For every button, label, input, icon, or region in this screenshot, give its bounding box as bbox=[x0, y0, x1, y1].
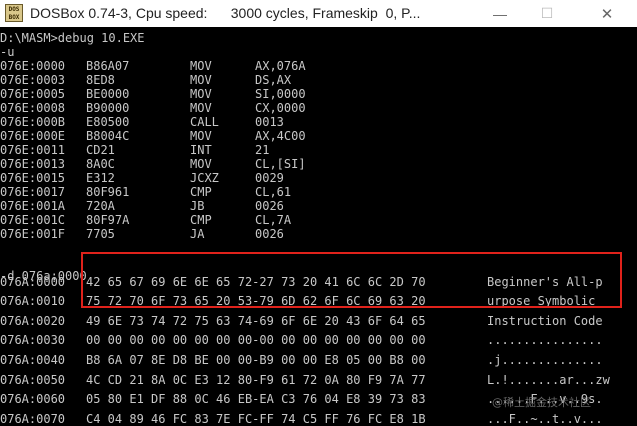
instruction-bytes: CD21 bbox=[86, 143, 115, 157]
dump-address: 076A:0000 bbox=[0, 274, 66, 289]
instruction-operands: SI,0000 bbox=[255, 87, 306, 101]
dump-bytes: 75 72 70 6F 73 65 20 53-79 6D 62 6F 6C 6… bbox=[86, 294, 426, 309]
instruction-bytes: 720A bbox=[86, 199, 115, 213]
dump-address: 076A:0020 bbox=[0, 313, 66, 328]
instruction-mnemonic: JB bbox=[190, 199, 205, 213]
close-button[interactable]: ✕ bbox=[584, 0, 630, 27]
dump-ascii: Instruction Code bbox=[487, 313, 603, 328]
window-title: DOSBox 0.74-3, Cpu speed: 3000 cycles, F… bbox=[30, 5, 421, 21]
instruction-mnemonic: MOV bbox=[190, 87, 212, 101]
instruction-address: 076E:0011 bbox=[0, 143, 66, 157]
instruction-address: 076E:0015 bbox=[0, 171, 66, 185]
instruction-mnemonic: CMP bbox=[190, 213, 212, 227]
instruction-bytes: 80F961 bbox=[86, 185, 130, 199]
dump-ascii: Beginner's All-p bbox=[487, 274, 603, 289]
instruction-operands: CX,0000 bbox=[255, 101, 306, 115]
instruction-bytes: 80F97A bbox=[86, 213, 130, 227]
instruction-mnemonic: CALL bbox=[190, 115, 219, 129]
instruction-bytes: E312 bbox=[86, 171, 115, 185]
instruction-address: 076E:0013 bbox=[0, 157, 66, 171]
instruction-operands: CL,[SI] bbox=[255, 157, 306, 171]
dump-bytes: 49 6E 73 74 72 75 63 74-69 6F 6E 20 43 6… bbox=[86, 313, 426, 328]
instruction-address: 076E:0003 bbox=[0, 73, 66, 87]
instruction-bytes: B8004C bbox=[86, 129, 130, 143]
instruction-bytes: 8A0C bbox=[86, 157, 115, 171]
dump-address: 076A:0060 bbox=[0, 392, 66, 407]
instruction-bytes: E80500 bbox=[86, 115, 130, 129]
instruction-address: 076E:001F bbox=[0, 227, 66, 241]
instruction-bytes: 8ED8 bbox=[86, 73, 115, 87]
instruction-address: 076E:0008 bbox=[0, 101, 66, 115]
instruction-address: 076E:0000 bbox=[0, 59, 66, 73]
instruction-bytes: B90000 bbox=[86, 101, 130, 115]
dump-ascii: .j.............. bbox=[487, 353, 603, 367]
instruction-mnemonic: MOV bbox=[190, 73, 212, 87]
instruction-bytes: BE0000 bbox=[86, 87, 130, 101]
instruction-operands: CL,61 bbox=[255, 185, 292, 199]
instruction-operands: 21 bbox=[255, 143, 270, 157]
instruction-address: 076E:001A bbox=[0, 199, 66, 213]
instruction-address: 076E:0005 bbox=[0, 87, 66, 101]
maximize-button[interactable]: ☐ bbox=[524, 0, 570, 27]
unassemble-command: -u bbox=[0, 45, 15, 59]
instruction-mnemonic: JCXZ bbox=[190, 171, 219, 185]
instruction-address: 076E:0017 bbox=[0, 185, 66, 199]
instruction-address: 076E:000B bbox=[0, 115, 66, 129]
instruction-mnemonic: INT bbox=[190, 143, 212, 157]
dosbox-icon: DOS BOX bbox=[5, 4, 23, 22]
dump-bytes: 4C CD 21 8A 0C E3 12 80-F9 61 72 0A 80 F… bbox=[86, 372, 426, 387]
minimize-icon: — bbox=[493, 5, 507, 22]
maximize-icon: ☐ bbox=[540, 5, 554, 21]
dump-address: 076A:0030 bbox=[0, 333, 66, 348]
instruction-address: 076E:001C bbox=[0, 213, 66, 227]
instruction-operands: 0013 bbox=[255, 115, 284, 129]
dump-address: 076A:0010 bbox=[0, 294, 66, 309]
title-bar: DOS BOX DOSBox 0.74-3, Cpu speed: 3000 c… bbox=[0, 0, 637, 27]
dos-console[interactable]: D:\MASM>debug 10.EXE -u 076E:0000 B86A07 M… bbox=[0, 28, 637, 426]
minimize-button[interactable]: — bbox=[477, 0, 523, 27]
instruction-operands: 0029 bbox=[255, 171, 284, 185]
instruction-mnemonic: CMP bbox=[190, 185, 212, 199]
dump-bytes: B8 6A 07 8E D8 BE 00 00-B9 00 00 E8 05 0… bbox=[86, 353, 426, 367]
dump-bytes: 05 80 E1 DF 88 0C 46 EB-EA C3 76 04 E8 3… bbox=[86, 392, 426, 407]
instruction-operands: AX,4C00 bbox=[255, 129, 306, 143]
dump-ascii: ...F..~..t..v... bbox=[487, 411, 603, 426]
dump-ascii: L.!.......ar...zw bbox=[487, 372, 610, 387]
dump-address: 076A:0050 bbox=[0, 372, 66, 387]
close-icon: ✕ bbox=[600, 5, 614, 23]
dump-ascii: urpose Symbolic bbox=[487, 294, 596, 309]
dump-bytes: 00 00 00 00 00 00 00 00-00 00 00 00 00 0… bbox=[86, 333, 426, 348]
instruction-operands: DS,AX bbox=[255, 73, 292, 87]
instruction-operands: AX,076A bbox=[255, 59, 306, 73]
dump-ascii: ................ bbox=[487, 333, 603, 348]
instruction-bytes: B86A07 bbox=[86, 59, 130, 73]
instruction-mnemonic: MOV bbox=[190, 157, 212, 171]
instruction-mnemonic: MOV bbox=[190, 59, 212, 73]
instruction-mnemonic: MOV bbox=[190, 129, 212, 143]
instruction-bytes: 7705 bbox=[86, 227, 115, 241]
prompt-line: D:\MASM>debug 10.EXE bbox=[0, 31, 145, 45]
instruction-operands: CL,7A bbox=[255, 213, 292, 227]
instruction-operands: 0026 bbox=[255, 227, 284, 241]
dump-bytes: 42 65 67 69 6E 6E 65 72-27 73 20 41 6C 6… bbox=[86, 274, 426, 289]
dump-bytes: C4 04 89 46 FC 83 7E FC-FF 74 C5 FF 76 F… bbox=[86, 411, 426, 426]
instruction-address: 076E:000E bbox=[0, 129, 66, 143]
instruction-mnemonic: MOV bbox=[190, 101, 212, 115]
dump-address: 076A:0040 bbox=[0, 353, 66, 367]
instruction-operands: 0026 bbox=[255, 199, 284, 213]
watermark: @稀土掘金技术社区 bbox=[492, 396, 591, 409]
dump-address: 076A:0070 bbox=[0, 411, 66, 426]
instruction-mnemonic: JA bbox=[190, 227, 205, 241]
